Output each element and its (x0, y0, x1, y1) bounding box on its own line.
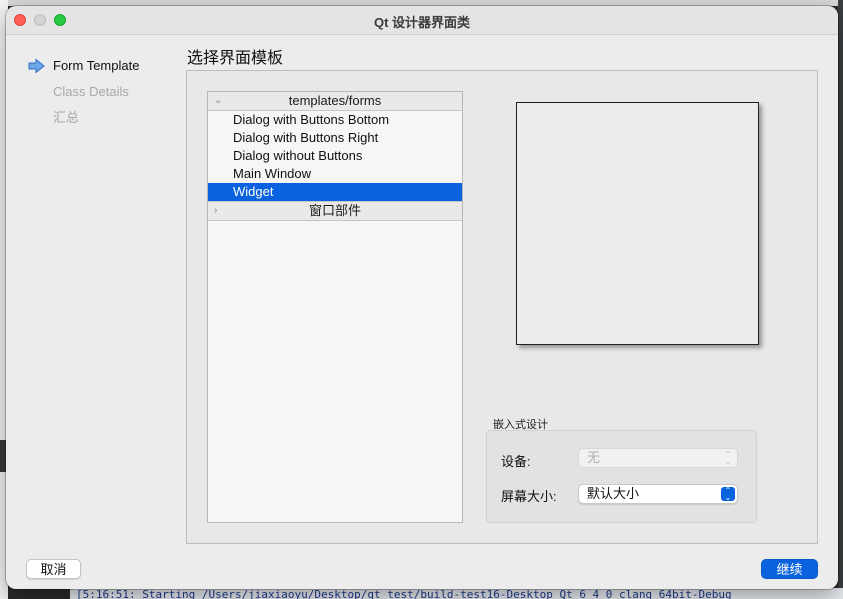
page-title: 选择界面模板 (187, 50, 284, 67)
device-select: 无 ⌃ ⌄ (578, 448, 738, 468)
tree-group-label: templates/forms (288, 93, 382, 108)
chevron-right-icon[interactable]: › (214, 202, 217, 219)
step-label: Form Template (53, 58, 140, 73)
tree-item-main-window[interactable]: Main Window (208, 165, 462, 183)
step-form-template: Form Template (26, 56, 139, 82)
step-label: 汇总 (53, 110, 80, 125)
new-form-dialog: Qt 设计器界面类 Form Template Class Details 汇总… (6, 6, 838, 589)
continue-button[interactable]: 继续 (761, 559, 818, 579)
tree-item-dialog-buttons-bottom[interactable]: Dialog with Buttons Bottom (208, 111, 462, 129)
background-console-line: [5:16:51: Starting /Users/jiaxiaoyu/Desk… (70, 588, 843, 599)
device-select-value: 无 (587, 450, 601, 465)
tree-group-forms[interactable]: ⌄ templates/forms (208, 92, 462, 111)
background-right-strip (838, 0, 843, 599)
current-step-arrow-icon (28, 59, 45, 73)
step-label: Class Details (53, 84, 129, 99)
embedded-design-box (486, 430, 757, 523)
device-label: 设备: (501, 454, 531, 469)
window-title: Qt 设计器界面类 (373, 15, 471, 30)
cancel-button[interactable]: 取消 (26, 559, 81, 579)
tree-item-dialog-buttons-right[interactable]: Dialog with Buttons Right (208, 129, 462, 147)
template-tree[interactable]: ⌄ templates/forms Dialog with Buttons Bo… (207, 91, 463, 523)
screen-size-select-value: 默认大小 (587, 486, 640, 501)
tree-group-widgets[interactable]: › 窗口部件 (208, 201, 462, 221)
tree-item-widget[interactable]: Widget (208, 183, 462, 201)
wizard-steps: Form Template Class Details 汇总 (26, 56, 139, 134)
screen-size-label: 屏幕大小: (501, 489, 557, 504)
title-bar: Qt 设计器界面类 (6, 6, 838, 35)
tree-group-label: 窗口部件 (308, 203, 361, 218)
step-class-details: Class Details (26, 82, 139, 108)
screen-size-select[interactable]: 默认大小 ⌃ ⌄ (578, 484, 738, 504)
tree-item-dialog-without-buttons[interactable]: Dialog without Buttons (208, 147, 462, 165)
updown-chevron-icon[interactable]: ⌃ ⌄ (721, 487, 735, 502)
template-preview (516, 102, 759, 345)
step-summary: 汇总 (26, 108, 139, 134)
chevron-down-icon[interactable]: ⌄ (214, 92, 222, 109)
updown-chevron-icon: ⌃ ⌄ (724, 450, 732, 466)
